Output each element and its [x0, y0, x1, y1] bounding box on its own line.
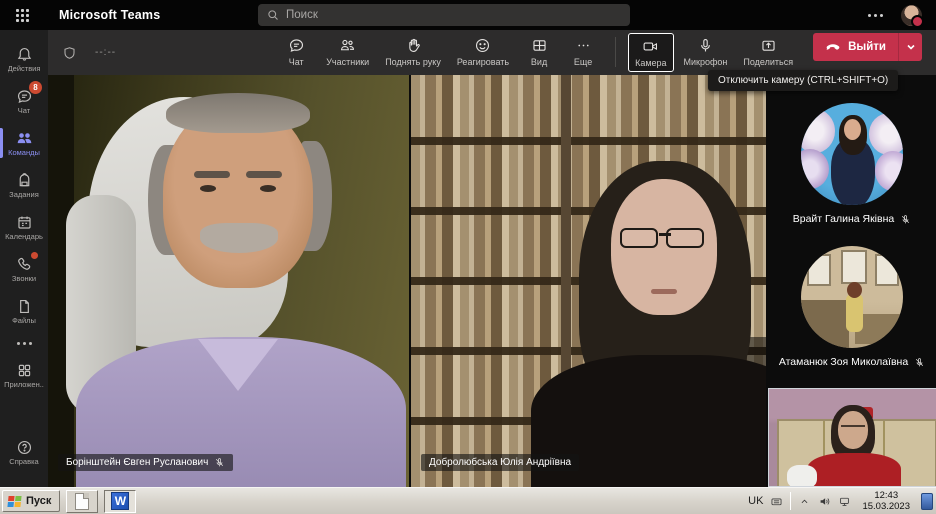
help-icon	[16, 439, 33, 456]
meeting-chat-icon	[288, 37, 305, 54]
camera-tooltip: Отключить камеру (CTRL+SHIFT+O)	[708, 70, 898, 91]
meeting-toolbar: --:-- Чат Участники Поднять руку Реаги	[48, 30, 936, 75]
mic-off-icon	[914, 357, 925, 368]
search-input[interactable]: Поиск	[258, 4, 630, 26]
microphone-button[interactable]: Микрофон	[678, 33, 734, 70]
calls-notification-dot	[31, 252, 38, 259]
participant-1-video	[48, 75, 409, 487]
sidebar-item-chat[interactable]: 8 Чат	[0, 80, 48, 122]
participant-2-name-chip: Добролюбська Юлія Андріївна	[421, 454, 579, 471]
taskbar-document-button[interactable]	[66, 490, 98, 513]
share-screen-icon	[760, 37, 777, 54]
participants-icon	[339, 37, 356, 54]
camera-icon	[642, 38, 659, 55]
phone-icon	[16, 256, 33, 273]
participant-2-video	[411, 75, 766, 487]
volume-icon[interactable]	[818, 495, 831, 508]
teams-meeting-screen: Microsoft Teams Поиск Действия 8 Чат Ком…	[0, 0, 936, 514]
bell-icon	[16, 46, 33, 63]
app-rail: Действия 8 Чат Команды Задания Календарь…	[0, 30, 48, 487]
search-icon	[267, 9, 279, 21]
hang-up-icon	[825, 39, 841, 55]
taskbar-word-button[interactable]: W	[104, 490, 136, 513]
titlebar-right	[868, 0, 922, 30]
view-grid-icon	[531, 37, 548, 54]
document-icon	[75, 493, 89, 510]
participant-3-avatar[interactable]	[801, 103, 903, 205]
windows-taskbar: Пуск W UK 12:43 15.03.2023	[0, 487, 936, 514]
security-shield-icon	[62, 45, 77, 61]
sidebar-item-teams[interactable]: Команды	[0, 122, 48, 164]
language-indicator[interactable]: UK	[748, 495, 763, 507]
raise-hand-button[interactable]: Поднять руку	[379, 33, 447, 70]
sidebar-item-assignments[interactable]: Задания	[0, 164, 48, 206]
sidebar-item-help[interactable]: Справка	[0, 431, 48, 473]
share-button[interactable]: Поделиться	[737, 33, 799, 70]
react-button[interactable]: Реагировать	[451, 33, 515, 70]
mic-off-icon	[900, 214, 911, 225]
teams-icon	[16, 130, 33, 147]
smiley-icon	[474, 37, 491, 54]
calendar-icon	[16, 214, 33, 231]
participant-4-avatar[interactable]	[801, 246, 903, 348]
more-apps-icon	[17, 342, 32, 345]
taskbar-clock[interactable]: 12:43 15.03.2023	[858, 490, 914, 512]
search-placeholder: Поиск	[286, 9, 318, 21]
camera-button[interactable]: Камера	[628, 33, 673, 72]
chat-button[interactable]: Чат	[276, 33, 316, 70]
leave-button[interactable]: Выйти	[813, 33, 898, 61]
sidebar-item-apps[interactable]: Приложен..	[0, 354, 48, 396]
app-title: Microsoft Teams	[59, 8, 160, 22]
user-avatar[interactable]	[901, 5, 922, 26]
view-button[interactable]: Вид	[519, 33, 559, 70]
word-icon: W	[111, 492, 129, 510]
file-icon	[16, 298, 33, 315]
sidebar-item-calls[interactable]: Звонки	[0, 248, 48, 290]
ellipsis-icon	[575, 37, 592, 54]
self-view-video[interactable]	[768, 388, 936, 487]
show-desktop-button[interactable]	[921, 493, 933, 510]
meeting-timer: --:--	[95, 47, 116, 58]
raise-hand-icon	[405, 37, 422, 54]
teams-titlebar: Microsoft Teams Поиск	[0, 0, 936, 30]
participant-3-name: Врайт Галина Яківна	[768, 213, 936, 225]
chat-badge: 8	[29, 81, 42, 94]
video-tile-participant-1[interactable]: Борінштейн Євген Русланович	[48, 75, 409, 487]
leave-options-button[interactable]	[898, 33, 922, 61]
language-bar-icon[interactable]	[770, 495, 783, 508]
microphone-icon	[697, 37, 714, 54]
apps-grid-icon	[16, 362, 33, 379]
participant-1-name-chip: Борінштейн Євген Русланович	[58, 454, 233, 471]
video-stage: Борінштейн Євген Русланович Добро	[48, 75, 936, 487]
video-tile-participant-2[interactable]: Добролюбська Юлія Андріївна	[411, 75, 766, 487]
more-options-icon[interactable]	[868, 14, 883, 17]
app-launcher-icon[interactable]	[16, 9, 29, 22]
more-button[interactable]: Еще	[563, 33, 603, 70]
start-button[interactable]: Пуск	[2, 490, 60, 512]
participants-button[interactable]: Участники	[320, 33, 375, 70]
backpack-icon	[16, 172, 33, 189]
chevron-down-icon	[906, 42, 916, 52]
participants-side-panel: Врайт Галина Яківна Атаманюк Зоя Миколаї…	[768, 75, 936, 487]
sidebar-item-more[interactable]	[0, 332, 48, 354]
system-tray: UK 12:43 15.03.2023	[748, 488, 936, 514]
meeting-window: --:-- Чат Участники Поднять руку Реаги	[48, 30, 936, 487]
participant-4-name: Атаманюк Зоя Миколаївна	[768, 356, 936, 368]
leave-button-group: Выйти	[813, 33, 922, 61]
clock-time: 12:43	[862, 490, 910, 501]
sidebar-item-files[interactable]: Файлы	[0, 290, 48, 332]
mic-off-icon	[214, 457, 225, 468]
sidebar-item-calendar[interactable]: Календарь	[0, 206, 48, 248]
hidden-icons-chevron[interactable]	[798, 495, 811, 508]
clock-date: 15.03.2023	[862, 501, 910, 512]
windows-logo-icon	[7, 496, 21, 507]
sidebar-item-activity[interactable]: Действия	[0, 38, 48, 80]
network-icon[interactable]	[838, 495, 851, 508]
